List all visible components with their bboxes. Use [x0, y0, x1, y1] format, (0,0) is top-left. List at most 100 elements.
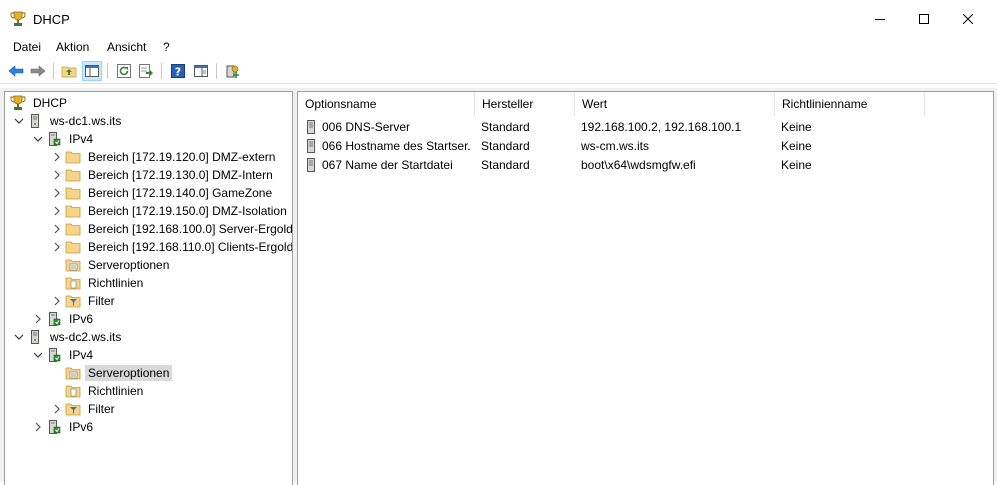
back-button[interactable] [6, 61, 26, 81]
tree-item-ipv6[interactable]: IPv6 [30, 418, 96, 436]
chevron-right-icon[interactable] [49, 149, 65, 165]
tree-item-ws-dc2[interactable]: ws-dc2.ws.its [11, 328, 124, 346]
close-icon [963, 14, 973, 24]
maximize-icon [919, 14, 929, 24]
maximize-button[interactable] [901, 0, 947, 38]
toolbar-separator [161, 63, 162, 79]
list-item[interactable]: 067 Name der Startdatei Standard boot\x6… [298, 156, 993, 175]
chevron-right-icon[interactable] [49, 185, 65, 201]
chevron-down-icon[interactable] [11, 113, 27, 129]
tree-item-filter[interactable]: Filter [49, 400, 118, 418]
chevron-down-icon[interactable] [30, 347, 46, 363]
tree-item-ipv6[interactable]: IPv6 [30, 310, 96, 328]
show-hide-tree-button[interactable] [82, 61, 102, 81]
tree-item-scope[interactable]: Bereich [192.168.110.0] Clients-Ergoldsb… [49, 238, 293, 256]
column-header-wert[interactable]: Wert [575, 92, 775, 116]
tree-item-richtlinien[interactable]: Richtlinien [65, 274, 146, 292]
title-bar: DHCP [0, 0, 997, 38]
chevron-down-icon[interactable] [30, 131, 46, 147]
tree-item-serveroptionen-selected[interactable]: Serveroptionen [65, 364, 173, 382]
tree-label: Bereich [192.168.110.0] Clients-Ergoldsb… [88, 240, 293, 254]
option-policy: Keine [781, 120, 812, 134]
policies-folder-icon [65, 275, 81, 291]
chevron-down-icon[interactable] [11, 329, 27, 345]
add-server-button[interactable] [222, 61, 242, 81]
tree-item-ipv4[interactable]: IPv4 [30, 346, 96, 364]
content-area: DHCP ws-dc1.ws.its IPv4 Bereich [172.19.… [0, 88, 997, 485]
tree-item-scope[interactable]: Bereich [172.19.150.0] DMZ-Isolation [49, 202, 290, 220]
properties-button[interactable] [191, 61, 211, 81]
policies-folder-icon [65, 383, 81, 399]
column-header-hersteller[interactable]: Hersteller [475, 92, 575, 116]
tree-item-ipv4[interactable]: IPv4 [30, 130, 96, 148]
forward-arrow-icon [30, 65, 46, 77]
chevron-right-icon[interactable] [30, 311, 46, 327]
menu-aktion[interactable]: Aktion [56, 40, 89, 54]
tree-item-scope[interactable]: Bereich [192.168.100.0] Server-Ergoldsba… [49, 220, 292, 238]
tree-item-scope[interactable]: Bereich [172.19.120.0] DMZ-extern [49, 148, 278, 166]
option-policy: Keine [781, 139, 812, 153]
server-icon [27, 113, 43, 129]
dhcp-trophy-icon [10, 11, 26, 27]
tree-item-scope[interactable]: Bereich [172.19.130.0] DMZ-Intern [49, 166, 276, 184]
tree-label: Bereich [172.19.120.0] DMZ-extern [88, 150, 276, 164]
chevron-right-icon[interactable] [49, 239, 65, 255]
chevron-right-icon[interactable] [49, 401, 65, 417]
menu-bar: Datei Aktion Ansicht ? [0, 38, 997, 58]
tree-item-ws-dc1[interactable]: ws-dc1.ws.its [11, 112, 124, 130]
minimize-button[interactable] [857, 0, 903, 38]
option-name: 066 Hostname des Startser... [322, 139, 472, 153]
forward-button[interactable] [28, 61, 48, 81]
option-vendor: Standard [481, 139, 530, 153]
tree-label: ws-dc1.ws.its [50, 114, 122, 128]
tree-label: Richtlinien [88, 384, 144, 398]
column-header-optionsname[interactable]: Optionsname [298, 92, 475, 116]
ipv6-server-icon [46, 311, 62, 327]
tree-item-serveroptionen[interactable]: Serveroptionen [65, 256, 172, 274]
option-row-icon [304, 158, 318, 178]
column-header-richtlinienname[interactable]: Richtlinienname [775, 92, 925, 116]
options-list-pane[interactable]: Optionsname Hersteller Wert Richtlinienn… [297, 91, 994, 485]
chevron-right-icon[interactable] [49, 293, 65, 309]
menu-datei[interactable]: Datei [13, 40, 41, 54]
folder-icon [65, 221, 81, 237]
up-folder-icon [61, 66, 77, 78]
option-vendor: Standard [481, 120, 530, 134]
tree-item-filter[interactable]: Filter [49, 292, 118, 310]
tree-item-scope[interactable]: Bereich [172.19.140.0] GameZone [49, 184, 275, 202]
help-icon: ? [171, 64, 185, 79]
options-folder-icon [65, 365, 81, 381]
refresh-icon [117, 64, 131, 78]
ipv4-server-icon [46, 131, 62, 147]
close-button[interactable] [945, 0, 991, 38]
folder-icon [65, 149, 81, 165]
tree-item-dhcp[interactable]: DHCP [10, 94, 70, 112]
options-folder-icon [65, 257, 81, 273]
chevron-right-icon[interactable] [30, 419, 46, 435]
tree-item-richtlinien[interactable]: Richtlinien [65, 382, 146, 400]
chevron-right-icon[interactable] [49, 167, 65, 183]
option-value: ws-cm.ws.its [581, 139, 649, 153]
tree-label: Bereich [172.19.130.0] DMZ-Intern [88, 168, 273, 182]
tree-label: Filter [88, 402, 115, 416]
option-value: boot\x64\wdsmgfw.efi [581, 158, 696, 172]
help-button[interactable]: ? [168, 61, 188, 81]
up-button[interactable] [59, 61, 79, 81]
tree-label: IPv6 [69, 420, 94, 434]
filter-icon [65, 293, 81, 309]
tree-pane[interactable]: DHCP ws-dc1.ws.its IPv4 Bereich [172.19.… [4, 91, 293, 485]
export-list-button[interactable] [136, 61, 156, 81]
chevron-right-icon[interactable] [49, 203, 65, 219]
ipv4-server-icon [46, 347, 62, 363]
folder-icon [65, 203, 81, 219]
option-name: 006 DNS-Server [322, 120, 411, 134]
option-vendor: Standard [481, 158, 530, 172]
list-item[interactable]: 006 DNS-Server Standard 192.168.100.2, 1… [298, 118, 993, 137]
menu-help[interactable]: ? [163, 40, 170, 54]
chevron-right-icon[interactable] [49, 221, 65, 237]
tree-label: IPv4 [69, 132, 94, 146]
back-arrow-icon [8, 65, 24, 77]
refresh-button[interactable] [114, 61, 134, 81]
menu-ansicht[interactable]: Ansicht [107, 40, 146, 54]
list-item[interactable]: 066 Hostname des Startser... Standard ws… [298, 137, 993, 156]
